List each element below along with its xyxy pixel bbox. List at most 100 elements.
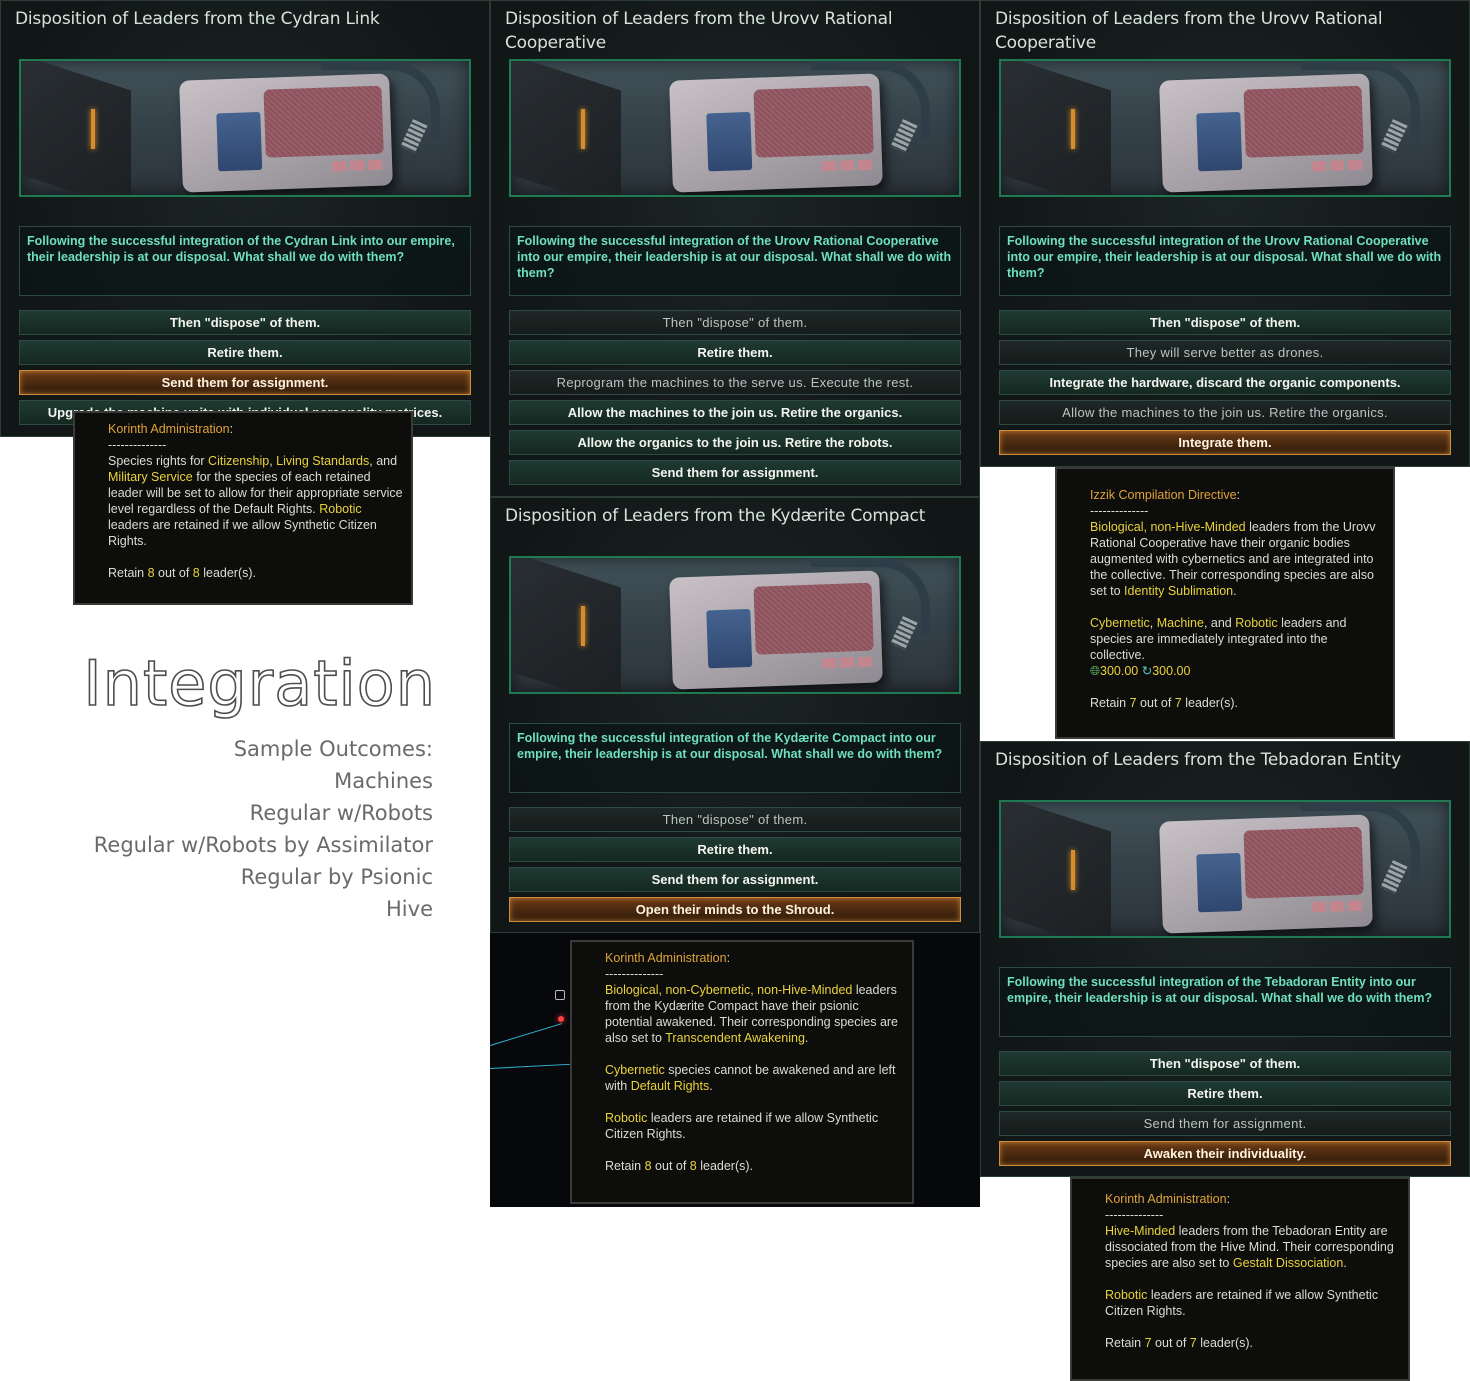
- number: 7: [1129, 696, 1137, 710]
- text: leader(s).: [696, 1159, 754, 1173]
- dialog-title: Disposition of Leaders from the Tebadora…: [995, 750, 1401, 770]
- tooltip-header: Korinth Administration: [605, 951, 727, 965]
- dialog-cydran-link: Disposition of Leaders from the Cydran L…: [0, 0, 490, 437]
- resource-value: 300.00: [1152, 664, 1191, 678]
- number: 8: [689, 1159, 697, 1173]
- keyword: Biological, non-Cybernetic, non-Hive-Min…: [605, 983, 853, 997]
- option-assignment[interactable]: Send them for assignment.: [509, 460, 961, 485]
- option-assignment[interactable]: Send them for assignment.: [999, 1111, 1451, 1136]
- keyword: Cybernetic: [1090, 616, 1150, 630]
- retain-count: Retain 7 out of 7 leader(s).: [1090, 695, 1385, 711]
- tooltip-separator: --------------: [108, 438, 167, 452]
- dialog-title: Disposition of Leaders from the Kydærite…: [505, 506, 926, 526]
- number: 8: [147, 566, 155, 580]
- option-machines-join[interactable]: Allow the machines to the join us. Retir…: [999, 400, 1451, 425]
- dialog-urovv-assimilator: Disposition of Leaders from the Urovv Ra…: [980, 0, 1470, 467]
- outcome-list: Sample Outcomes: Machines Regular w/Robo…: [40, 733, 433, 925]
- keyword: Military Service: [108, 470, 193, 484]
- number: 8: [192, 566, 200, 580]
- outcome-item: Hive: [386, 897, 433, 921]
- event-image: [509, 556, 961, 694]
- tooltip-separator: --------------: [1090, 504, 1149, 518]
- keyword: Biological, non-Hive-Minded: [1090, 520, 1246, 534]
- tooltip-header: Izzik Compilation Directive: [1090, 488, 1237, 502]
- option-dispose[interactable]: Then "dispose" of them.: [19, 310, 471, 335]
- tooltip-izzik: Izzik Compilation Directive: -----------…: [1055, 467, 1395, 739]
- tooltip-korinth-tebadoran: Korinth Administration: -------------- H…: [1070, 1177, 1410, 1381]
- text: .: [709, 1079, 713, 1093]
- number: 7: [1144, 1336, 1152, 1350]
- dialog-urovv-regular: Disposition of Leaders from the Urovv Ra…: [490, 0, 980, 497]
- option-dispose[interactable]: Then "dispose" of them.: [999, 1051, 1451, 1076]
- dialog-title: Disposition of Leaders from the Urovv Ra…: [505, 9, 893, 53]
- keyword: Machine: [1156, 616, 1204, 630]
- option-retire[interactable]: Retire them.: [999, 1081, 1451, 1106]
- keyword: Gestalt Dissociation: [1232, 1256, 1344, 1270]
- event-description: Following the successful integration of …: [509, 226, 961, 296]
- globe-icon: 🌐︎: [1090, 664, 1101, 678]
- event-image: [509, 59, 961, 197]
- text: Retain: [1090, 696, 1130, 710]
- tooltip-header: Korinth Administration: [108, 422, 230, 436]
- option-integrate-hardware[interactable]: Integrate the hardware, discard the orga…: [999, 370, 1451, 395]
- event-image: [999, 800, 1451, 938]
- keyword: Robotic: [605, 1111, 648, 1125]
- event-description: Following the successful integration of …: [19, 226, 471, 296]
- dialog-tebadoran-entity: Disposition of Leaders from the Tebadora…: [980, 741, 1470, 1177]
- page-title: Integration: [83, 647, 436, 721]
- text: Species rights for: [108, 454, 209, 468]
- text: .: [804, 1031, 809, 1045]
- option-integrate[interactable]: Integrate them.: [999, 430, 1451, 455]
- option-organics-join[interactable]: Allow the organics to the join us. Retir…: [509, 430, 961, 455]
- option-machines-join[interactable]: Allow the machines to the join us. Retir…: [509, 400, 961, 425]
- dialog-title: Disposition of Leaders from the Urovv Ra…: [995, 9, 1383, 53]
- option-reprogram[interactable]: Reprogram the machines to the serve us. …: [509, 370, 961, 395]
- retain-count: Retain 7 out of 7 leader(s).: [1105, 1335, 1400, 1351]
- keyword: Cybernetic: [605, 1063, 665, 1077]
- text: out of: [1136, 696, 1175, 710]
- text: Retain: [1105, 1336, 1145, 1350]
- text: , and: [369, 454, 398, 468]
- text: out of: [154, 566, 193, 580]
- text: .: [1343, 1256, 1347, 1270]
- option-awaken[interactable]: Awaken their individuality.: [999, 1141, 1451, 1166]
- number: 7: [1174, 696, 1182, 710]
- outcome-item: Regular w/Robots by Assimilator: [93, 833, 433, 857]
- option-retire[interactable]: Retire them.: [509, 340, 961, 365]
- text: Retain: [108, 566, 148, 580]
- option-dispose[interactable]: Then "dispose" of them.: [509, 310, 961, 335]
- number: 7: [1189, 1336, 1197, 1350]
- text: Retain: [605, 1159, 645, 1173]
- option-drones[interactable]: They will serve better as drones.: [999, 340, 1451, 365]
- tooltip-korinth-cydran: Korinth Administration: -------------- S…: [73, 411, 413, 605]
- outcome-item: Machines: [334, 769, 433, 793]
- resource-gain: 🌐︎300.00 ↻300.00: [1090, 663, 1385, 679]
- event-image: [999, 59, 1451, 197]
- keyword: Citizenship: [208, 454, 270, 468]
- text: out of: [651, 1159, 690, 1173]
- option-assignment[interactable]: Send them for assignment.: [19, 370, 471, 395]
- keyword: Robotic: [319, 502, 362, 516]
- text: ,: [1149, 616, 1157, 630]
- keyword: Robotic: [1235, 616, 1278, 630]
- dialog-kydaerite-compact: Disposition of Leaders from the Kydærite…: [490, 497, 980, 933]
- event-description: Following the successful integration of …: [509, 723, 961, 793]
- text: leader(s).: [1181, 696, 1239, 710]
- retain-count: Retain 8 out of 8 leader(s).: [605, 1158, 904, 1174]
- option-retire[interactable]: Retire them.: [19, 340, 471, 365]
- tooltip-separator: --------------: [1105, 1208, 1164, 1222]
- outcome-item: Sample Outcomes:: [233, 737, 433, 761]
- text: leader(s).: [1196, 1336, 1254, 1350]
- text: out of: [1151, 1336, 1190, 1350]
- option-retire[interactable]: Retire them.: [509, 837, 961, 862]
- retain-count: Retain 8 out of 8 leader(s).: [108, 565, 403, 581]
- text: leader(s).: [199, 566, 257, 580]
- event-image: [19, 59, 471, 197]
- option-shroud[interactable]: Open their minds to the Shroud.: [509, 897, 961, 922]
- option-dispose[interactable]: Then "dispose" of them.: [999, 310, 1451, 335]
- option-assignment[interactable]: Send them for assignment.: [509, 867, 961, 892]
- keyword: Hive-Minded: [1105, 1224, 1176, 1238]
- outcome-item: Regular w/Robots: [249, 801, 433, 825]
- option-dispose[interactable]: Then "dispose" of them.: [509, 807, 961, 832]
- dialog-title: Disposition of Leaders from the Cydran L…: [15, 9, 380, 29]
